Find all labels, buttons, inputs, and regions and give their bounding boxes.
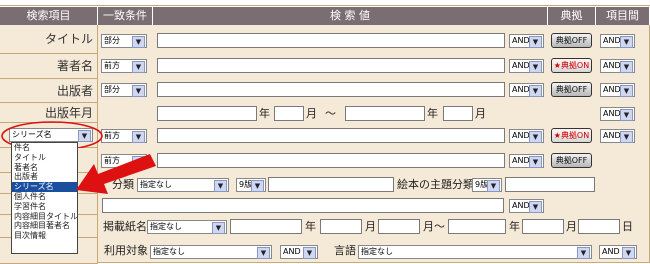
lang-label: 言語 xyxy=(334,244,356,257)
chevron-down-icon: ▼ xyxy=(132,36,145,48)
pubdate-month-label-2: 月 xyxy=(475,107,486,120)
magazine-to-month[interactable] xyxy=(522,219,564,234)
chevron-down-icon: ▼ xyxy=(529,85,542,97)
label-title: タイトル xyxy=(0,25,98,54)
magazine-month-label-2: 月 xyxy=(566,220,577,233)
chevron-down-icon: ▼ xyxy=(251,180,264,192)
label-author: 著者名 xyxy=(0,54,98,79)
chevron-down-icon: ▼ xyxy=(620,85,633,97)
dropdown-option[interactable]: 内容細目著者名 xyxy=(12,221,77,231)
author-input[interactable] xyxy=(157,58,505,73)
chevron-down-icon: ▼ xyxy=(132,61,145,73)
pubdate-year-label-2: 年 xyxy=(427,107,438,120)
magazine-from-month[interactable] xyxy=(320,219,362,234)
pubdate-month-label: 月 xyxy=(306,107,317,120)
between-select-series[interactable]: AND ▼ xyxy=(600,129,635,143)
header-value: 検 索 値 xyxy=(153,7,548,25)
classify-input[interactable] xyxy=(268,177,394,192)
series-input[interactable] xyxy=(157,128,505,143)
target-select[interactable]: 指定なし ▼ xyxy=(150,245,272,259)
magazine-year-label-2: 年 xyxy=(509,220,520,233)
between-select-author[interactable]: AND ▼ xyxy=(600,59,635,73)
typo-button-row6[interactable]: 典拠OFF xyxy=(551,153,592,168)
chevron-down-icon: ▼ xyxy=(132,131,145,143)
dropdown-option[interactable]: 内容細目タイトル xyxy=(12,212,78,222)
classify-edition-select[interactable]: 9版 ▼ xyxy=(236,178,266,192)
magazine-tilde-label: 月〜 xyxy=(423,220,445,233)
pubdate-from-month[interactable] xyxy=(274,106,304,121)
magazine-from-year[interactable] xyxy=(230,219,302,234)
picture-classify-input[interactable] xyxy=(505,177,595,192)
magazine-day-label: 日 xyxy=(622,220,633,233)
picture-edition-select[interactable]: 9版 ▼ xyxy=(472,178,502,192)
chevron-down-icon: ▼ xyxy=(620,36,633,48)
magazine-label: 掲載紙名 xyxy=(103,220,147,233)
chevron-down-icon: ▼ xyxy=(529,156,542,168)
chevron-down-icon: ▼ xyxy=(529,201,542,213)
magazine-month-label: 月 xyxy=(365,220,376,233)
chevron-down-icon: ▼ xyxy=(620,61,633,73)
chevron-down-icon: ▼ xyxy=(529,131,542,143)
match-select-title[interactable]: 部分 ▼ xyxy=(101,34,147,48)
chevron-down-icon: ▼ xyxy=(622,247,635,259)
chevron-down-icon: ▼ xyxy=(212,222,225,234)
chevron-down-icon: ▼ xyxy=(620,109,633,121)
top-border xyxy=(0,0,650,6)
chevron-down-icon: ▼ xyxy=(529,61,542,73)
magazine-from-day[interactable] xyxy=(378,219,420,234)
header-match: 一致条件 xyxy=(98,7,153,25)
chevron-down-icon: ▼ xyxy=(257,247,270,259)
dropdown-option[interactable]: 学習件名 xyxy=(12,202,77,212)
publisher-input[interactable] xyxy=(157,82,505,97)
title-input[interactable] xyxy=(157,33,505,48)
pubdate-from-year[interactable] xyxy=(157,106,257,121)
pubdate-tilde: 〜 xyxy=(325,107,336,120)
chevron-down-icon: ▼ xyxy=(214,180,227,192)
chevron-down-icon: ▼ xyxy=(132,85,145,97)
chevron-down-icon: ▼ xyxy=(303,247,316,259)
op-select-row8[interactable]: AND ▼ xyxy=(509,199,544,213)
chevron-down-icon: ▼ xyxy=(529,36,542,48)
typo-button-series[interactable]: ★典拠ON xyxy=(551,128,592,143)
op-select-author[interactable]: AND ▼ xyxy=(509,59,544,73)
chevron-down-icon: ▼ xyxy=(577,247,590,259)
magazine-select[interactable]: 指定なし ▼ xyxy=(147,220,227,234)
row8-input[interactable] xyxy=(102,198,504,213)
chevron-down-icon: ▼ xyxy=(487,180,500,192)
pubdate-year-label: 年 xyxy=(259,107,270,120)
magazine-to-year[interactable] xyxy=(448,219,506,234)
match-select-author[interactable]: 前方 ▼ xyxy=(101,59,147,73)
op-select-target[interactable]: AND ▼ xyxy=(280,245,318,259)
op-select-series[interactable]: AND ▼ xyxy=(509,129,544,143)
between-select-pubdate[interactable]: AND ▼ xyxy=(600,107,635,121)
header-field: 検索項目 xyxy=(0,7,98,25)
magazine-to-day[interactable] xyxy=(578,219,620,234)
chevron-down-icon: ▼ xyxy=(620,131,633,143)
op-select-lang[interactable]: AND ▼ xyxy=(599,245,637,259)
typo-button-publisher[interactable]: 典拠OFF xyxy=(551,82,592,97)
pubdate-to-year[interactable] xyxy=(345,106,425,121)
op-select-title[interactable]: AND ▼ xyxy=(509,34,544,48)
header-typo: 典拠 xyxy=(548,7,596,25)
dropdown-option[interactable]: 目次情報 xyxy=(12,231,77,241)
lang-select[interactable]: 指定なし ▼ xyxy=(358,245,592,259)
label-publisher: 出版者 xyxy=(0,79,98,103)
magazine-year-label: 年 xyxy=(305,220,316,233)
op-select-row6[interactable]: AND ▼ xyxy=(509,154,544,168)
match-select-publisher[interactable]: 部分 ▼ xyxy=(101,83,147,97)
between-select-publisher[interactable]: AND ▼ xyxy=(600,83,635,97)
typo-button-title[interactable]: 典拠OFF xyxy=(551,33,592,48)
typo-button-author[interactable]: ★典拠ON xyxy=(551,58,592,73)
target-label: 利用対象 xyxy=(104,244,148,257)
between-select-title[interactable]: AND ▼ xyxy=(600,34,635,48)
header-between: 項目間 xyxy=(596,7,650,25)
red-arrow-icon xyxy=(76,154,156,194)
pubdate-to-month[interactable] xyxy=(443,106,473,121)
match-select-series[interactable]: 前方 ▼ xyxy=(101,129,147,143)
op-select-publisher[interactable]: AND ▼ xyxy=(509,83,544,97)
row6-input[interactable] xyxy=(157,153,505,168)
picture-classify-label: 絵本の主題分類 xyxy=(397,178,474,191)
